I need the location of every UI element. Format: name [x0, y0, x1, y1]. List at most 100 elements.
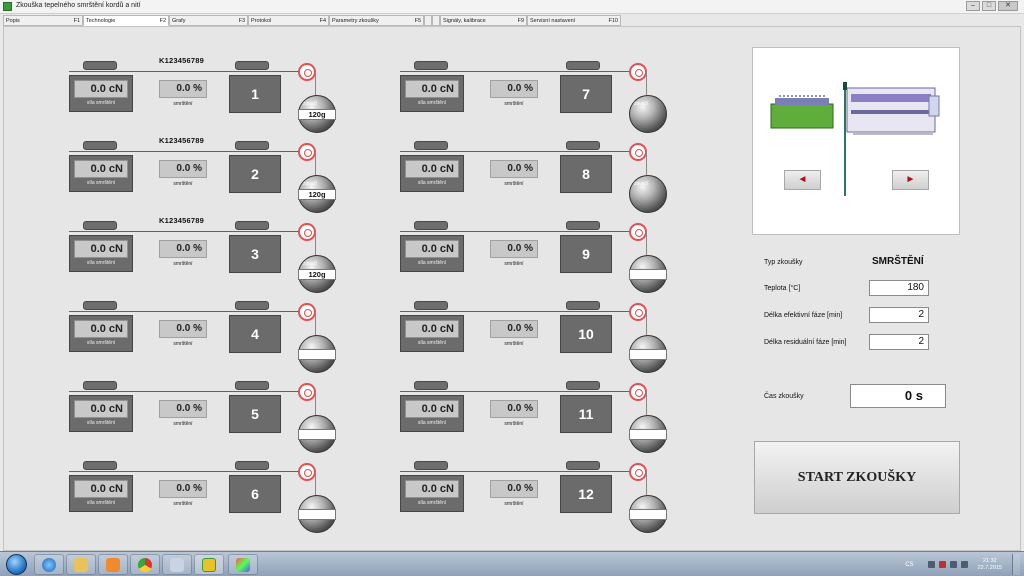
- clamp-right: [235, 301, 269, 310]
- station-number-button[interactable]: 5: [229, 395, 281, 433]
- weight-icon[interactable]: závaží: [629, 175, 667, 213]
- pulley-icon: [629, 63, 647, 81]
- station-number-button[interactable]: 10: [560, 315, 612, 353]
- station-number-button[interactable]: 12: [560, 475, 612, 513]
- next-image-button[interactable]: ►: [892, 170, 929, 190]
- clamp-left: [414, 381, 448, 390]
- shrink-display: 0.0 %: [159, 400, 207, 418]
- clock[interactable]: 21:32 22.7.2015: [978, 558, 1002, 572]
- station-4: 0.0 cN síla smrštění 0.0 % smrštění 4: [69, 299, 359, 379]
- tab-grafy[interactable]: Grafy F3: [169, 15, 248, 26]
- minimize-button[interactable]: ‒: [966, 1, 980, 11]
- station-number-button[interactable]: 7: [560, 75, 612, 113]
- maximize-button[interactable]: □: [982, 1, 996, 11]
- show-desktop-button[interactable]: [1012, 554, 1020, 575]
- language-indicator[interactable]: CS: [905, 562, 913, 568]
- residual-phase-field[interactable]: 2: [869, 334, 929, 350]
- tab-technologie[interactable]: Technologie F2: [83, 15, 169, 26]
- weight-label: závaží: [303, 181, 318, 187]
- tray-icon[interactable]: [938, 561, 946, 568]
- machine-illustration: [770, 82, 940, 196]
- tab-servisni-nastaveni[interactable]: Servisní nastavení F10: [527, 15, 621, 26]
- clock-time: 21:32: [982, 557, 997, 564]
- tab-bar: Popis F1 Technologie F2 Grafy F3 Protokol F4…: [3, 15, 623, 26]
- weight-icon[interactable]: závaží 120g: [298, 255, 336, 293]
- clamp-left: [83, 61, 117, 70]
- weight-label: závaží: [303, 261, 318, 267]
- network-icon[interactable]: [949, 561, 957, 568]
- force-label: síla smrštění: [86, 180, 116, 186]
- station-number-button[interactable]: 11: [560, 395, 612, 433]
- internet-explorer-icon[interactable]: [34, 554, 64, 575]
- pulley-icon: [629, 463, 647, 481]
- cord-line: [69, 311, 309, 312]
- clamp-right: [235, 381, 269, 390]
- calculator-icon[interactable]: [162, 554, 192, 575]
- force-display: 0.0 cN: [74, 80, 128, 98]
- station-number-button[interactable]: 1: [229, 75, 281, 113]
- shrink-display: 0.0 %: [490, 80, 538, 98]
- start-test-button[interactable]: START ZKOUŠKY: [754, 441, 960, 514]
- weight-label: závaží: [634, 101, 649, 107]
- clamp-right: [566, 461, 600, 470]
- station-number-button[interactable]: 9: [560, 235, 612, 273]
- weight-icon[interactable]: [629, 255, 667, 293]
- shrink-label: smrštění: [173, 501, 193, 507]
- force-display: 0.0 cN: [405, 160, 459, 178]
- tab-empty-2[interactable]: [432, 15, 440, 26]
- shrink-label: smrštění: [173, 421, 193, 427]
- chrome-icon[interactable]: [130, 554, 160, 575]
- tab-protokol[interactable]: Protokol F4: [248, 15, 329, 26]
- pulley-icon: [629, 223, 647, 241]
- weight-value: [298, 429, 336, 440]
- force-label: síla smrštění: [86, 420, 116, 426]
- temperature-field[interactable]: 180: [869, 280, 929, 296]
- weight-icon[interactable]: závaží 120g: [298, 175, 336, 213]
- start-orb-icon[interactable]: [6, 554, 27, 575]
- weight-icon[interactable]: [629, 415, 667, 453]
- station-7: 0.0 cN síla smrštění 0.0 % smrštění 7 zá…: [400, 59, 690, 139]
- force-panel: 0.0 cN síla smrštění: [69, 75, 133, 112]
- weight-icon[interactable]: [298, 495, 336, 533]
- paint-icon[interactable]: [228, 554, 258, 575]
- station-number-button[interactable]: 2: [229, 155, 281, 193]
- force-panel: 0.0 cN síla smrštění: [400, 155, 464, 192]
- force-label: síla smrštění: [417, 100, 447, 106]
- weight-icon[interactable]: [629, 495, 667, 533]
- media-player-icon[interactable]: [98, 554, 128, 575]
- weight-icon[interactable]: [298, 335, 336, 373]
- tab-empty-1[interactable]: [424, 15, 432, 26]
- taskbar: CS 21:32 22.7.2015: [0, 551, 1024, 576]
- station-number-button[interactable]: 4: [229, 315, 281, 353]
- shrink-label: smrštění: [504, 261, 524, 267]
- close-button[interactable]: ✕: [998, 1, 1018, 11]
- file-explorer-icon[interactable]: [66, 554, 96, 575]
- clamp-right: [566, 381, 600, 390]
- app-icon[interactable]: [194, 554, 224, 575]
- weight-icon[interactable]: závaží: [629, 95, 667, 133]
- force-panel: 0.0 cN síla smrštění: [400, 475, 464, 512]
- station-6: 0.0 cN síla smrštění 0.0 % smrštění 6: [69, 459, 359, 539]
- tab-signaly-kalibrace[interactable]: Signály, kalibrace F9: [440, 15, 527, 26]
- weight-icon[interactable]: [629, 335, 667, 373]
- weight-icon[interactable]: závaží 120g: [298, 95, 336, 133]
- effective-phase-field[interactable]: 2: [869, 307, 929, 323]
- cord-line: [69, 71, 309, 72]
- station-10: 0.0 cN síla smrštění 0.0 % smrštění 10: [400, 299, 690, 379]
- prev-image-button[interactable]: ◄: [784, 170, 821, 190]
- station-number-button[interactable]: 8: [560, 155, 612, 193]
- weight-value: 120g: [298, 269, 336, 280]
- volume-icon[interactable]: [960, 561, 968, 568]
- force-panel: 0.0 cN síla smrštění: [69, 155, 133, 192]
- force-panel: 0.0 cN síla smrštění: [400, 75, 464, 112]
- weight-value: [629, 349, 667, 360]
- station-number-button[interactable]: 3: [229, 235, 281, 273]
- temperature-label: Teplota [°C]: [764, 285, 801, 292]
- tray-icon[interactable]: [927, 561, 935, 568]
- tab-popis[interactable]: Popis F1: [3, 15, 83, 26]
- weight-icon[interactable]: [298, 415, 336, 453]
- cord-line: [69, 151, 309, 152]
- tab-parametry-zkousky[interactable]: Parametry zkoušky F5: [329, 15, 424, 26]
- shrink-display: 0.0 %: [159, 80, 207, 98]
- station-number-button[interactable]: 6: [229, 475, 281, 513]
